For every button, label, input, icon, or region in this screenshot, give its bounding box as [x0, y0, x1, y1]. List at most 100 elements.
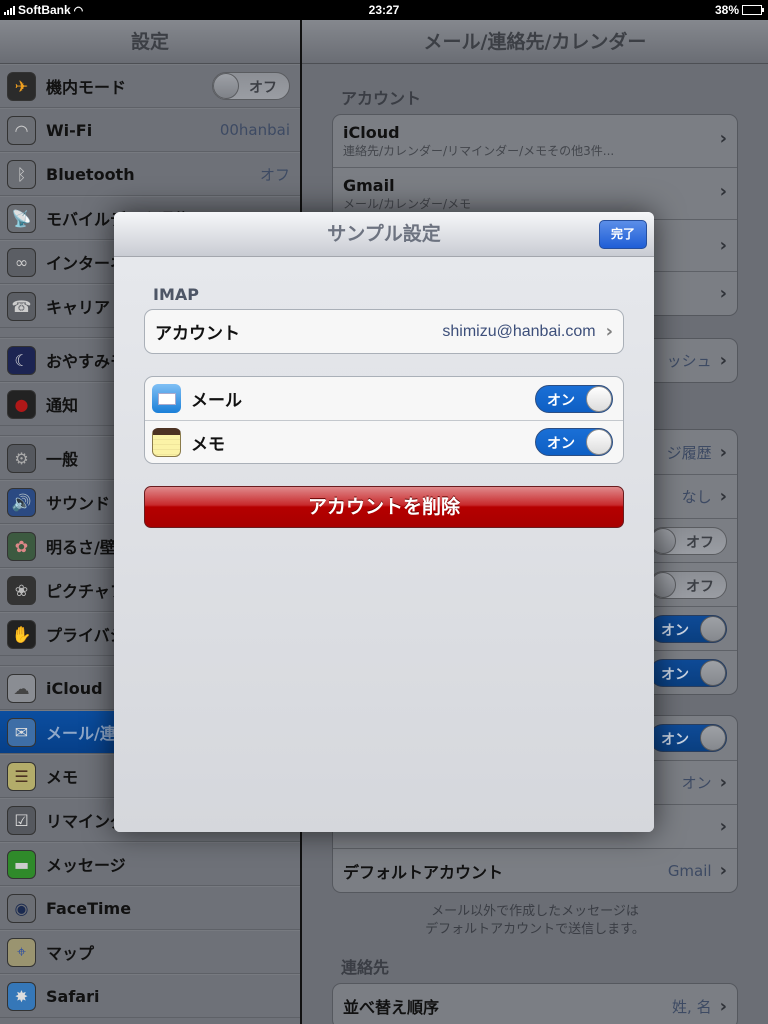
default-account-note: メール以外で作成したメッセージは デフォルトアカウントで送信します。 — [302, 903, 768, 939]
gear-icon: ⚙ — [7, 443, 36, 473]
setting-value: オン — [681, 774, 712, 792]
sort-order-label: 並べ替え順序 — [343, 998, 440, 1017]
sort-order-row[interactable]: 並べ替え順序 姓, 名 › — [333, 984, 737, 1024]
sidebar-item[interactable]: ᛒ Bluetooth オフ — [0, 152, 300, 196]
setting-toggle[interactable]: オン — [649, 724, 727, 752]
cloud-icon: ☁ — [7, 673, 36, 703]
picture-frame-icon: ❀ — [7, 575, 36, 605]
modal-body: IMAP アカウント shimizu@hanbai.com › メール オン メ… — [114, 257, 654, 832]
sidebar-item[interactable]: ⌖ マップ — [0, 930, 300, 974]
bluetooth-icon: ᛒ — [7, 159, 36, 189]
sidebar-item-label: 機内モード — [46, 78, 127, 97]
account-name: iCloud — [343, 123, 400, 142]
sidebar-item[interactable]: ✸ Safari — [0, 974, 300, 1018]
notifications-icon: ● — [7, 389, 36, 419]
setting-value: なし — [681, 488, 712, 506]
moon-icon: ☾ — [7, 345, 36, 375]
cellular-icon: 📡 — [7, 203, 36, 233]
toggle-text: オン — [661, 666, 689, 683]
toggle-knob — [586, 385, 612, 412]
mail-icon: ✉ — [7, 717, 36, 747]
toggle-text: オン — [547, 392, 575, 409]
toggle-knob — [213, 73, 239, 99]
sidebar-item[interactable]: ◠ Wi-Fi 00hanbai — [0, 108, 300, 152]
chevron-right-icon: › — [719, 995, 727, 1017]
toggle-knob — [700, 615, 726, 642]
mail-toggle[interactable]: オン — [535, 384, 613, 413]
personal-hotspot-icon: ∞ — [7, 247, 36, 277]
account-label: アカウント — [155, 324, 240, 344]
account-services: メール/カレンダー/メモ — [343, 196, 472, 211]
sort-order-value: 姓, 名 — [672, 997, 712, 1016]
toggle-text: オフ — [686, 578, 714, 595]
sidebar-item-value: 00hanbai — [219, 121, 290, 139]
airplane-mode-toggle[interactable]: オフ — [212, 72, 290, 100]
chevron-right-icon: › — [719, 350, 727, 371]
account-group: アカウント shimizu@hanbai.com › — [144, 309, 624, 354]
note-line: メール以外で作成したメッセージは — [431, 904, 639, 919]
delete-account-button[interactable]: アカウントを削除 — [144, 486, 624, 528]
chevron-right-icon: › — [719, 860, 727, 881]
note-line: デフォルトアカウントで送信します。 — [425, 922, 645, 937]
clock: 23:27 — [368, 3, 400, 17]
status-bar: SoftBank ◠ 23:27 38% — [0, 0, 768, 20]
chevron-right-icon: › — [719, 283, 727, 304]
imap-section-header: IMAP — [153, 285, 199, 304]
maps-icon: ⌖ — [7, 937, 36, 967]
fetch-value: ッシュ — [666, 352, 712, 370]
toggle-text: オフ — [686, 534, 714, 551]
chevron-right-icon: › — [719, 181, 727, 202]
sidebar-item-label: メッセージ — [46, 856, 126, 875]
sidebar-title: 設定 — [0, 20, 300, 64]
setting-toggle[interactable]: オフ — [649, 570, 727, 599]
setting-row[interactable]: デフォルトアカウント Gmail › — [333, 848, 737, 892]
modal-title: サンプル設定 — [327, 223, 441, 245]
chevron-right-icon: › — [719, 441, 727, 463]
chevron-right-icon: › — [719, 772, 727, 793]
setting-label: デフォルトアカウント — [343, 862, 504, 882]
wifi-icon: ◠ — [7, 115, 36, 145]
hand-icon: ✋ — [7, 619, 36, 649]
sidebar-item-label: FaceTime — [46, 898, 132, 918]
sidebar-item[interactable]: ▬ メッセージ — [0, 842, 300, 886]
account-settings-modal: サンプル設定 完了 IMAP アカウント shimizu@hanbai.com … — [114, 212, 654, 832]
chevron-right-icon: › — [719, 235, 727, 256]
sidebar-item-label: Bluetooth — [46, 164, 135, 184]
setting-toggle[interactable]: オン — [649, 614, 727, 643]
carrier-phone-icon: ☎ — [7, 291, 36, 321]
account-email: shimizu@hanbai.com — [442, 322, 596, 340]
airplane-icon: ✈ — [7, 71, 36, 101]
account-row[interactable]: アカウント shimizu@hanbai.com › — [145, 310, 623, 353]
setting-toggle[interactable]: オフ — [649, 526, 727, 555]
toggle-knob — [586, 429, 612, 455]
reminders-icon: ☑ — [7, 805, 36, 835]
toggle-knob — [700, 725, 726, 751]
chevron-right-icon: › — [605, 321, 613, 342]
setting-value: ジ履歴 — [666, 443, 712, 462]
toggle-text: オン — [547, 436, 575, 452]
account-name: Gmail — [343, 175, 395, 195]
notes-toggle[interactable]: オン — [535, 428, 613, 456]
sidebar-item-label: マップ — [46, 944, 95, 963]
chevron-right-icon: › — [719, 128, 727, 149]
toggle-text: オン — [661, 732, 689, 748]
sidebar-item-label: Wi-Fi — [46, 120, 93, 140]
facetime-icon: ◉ — [7, 893, 36, 923]
wallpaper-icon: ✿ — [7, 531, 36, 561]
service-label: メモ — [191, 434, 225, 455]
account-services: 連絡先/カレンダー/リマインダー/メモその他3件... — [343, 144, 615, 158]
account-row-icloud[interactable]: iCloud 連絡先/カレンダー/リマインダー/メモその他3件... › — [333, 115, 737, 167]
sidebar-item[interactable]: ◉ FaceTime — [0, 886, 300, 930]
notes-icon: ☰ — [7, 761, 36, 791]
done-button[interactable]: 完了 — [599, 220, 647, 249]
battery-icon — [742, 5, 764, 15]
chevron-right-icon: › — [719, 486, 727, 507]
notes-icon — [152, 427, 181, 457]
detail-title: メール/連絡先/カレンダー — [302, 20, 768, 64]
setting-toggle[interactable]: オン — [649, 658, 727, 687]
services-group: メール オン メモ オン — [144, 376, 624, 464]
service-row-mail: メール オン — [145, 377, 623, 420]
safari-icon: ✸ — [7, 981, 36, 1011]
accounts-header: アカウント — [341, 89, 422, 108]
sidebar-item[interactable]: ✈ 機内モード オフ — [0, 64, 300, 108]
